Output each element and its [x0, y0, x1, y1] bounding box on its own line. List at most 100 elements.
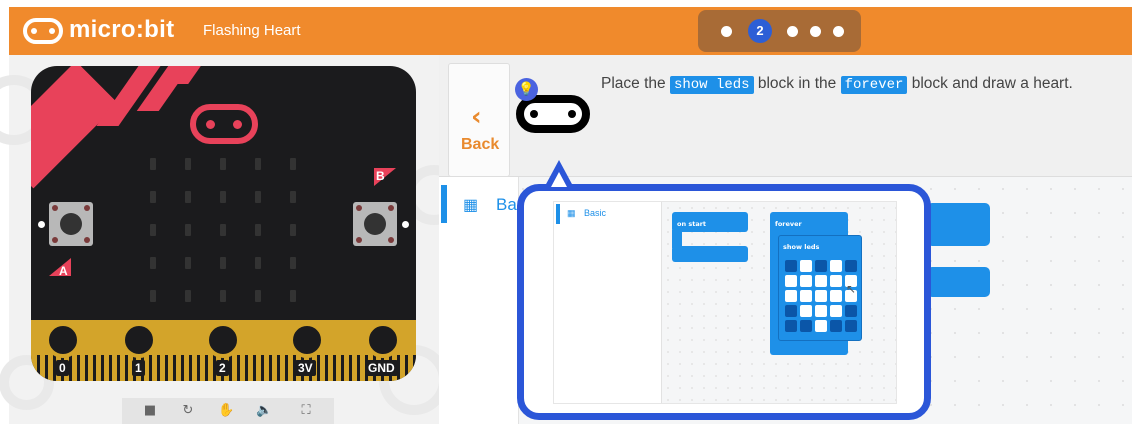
led — [220, 257, 226, 269]
led — [290, 290, 296, 302]
step-1-dot[interactable] — [721, 26, 732, 37]
hint-led-cell — [785, 290, 797, 302]
edge-tooth — [349, 355, 352, 381]
edge-tooth — [181, 355, 184, 381]
top-header: micro:bit Flashing Heart 2 — [9, 7, 1132, 55]
edge-tooth — [405, 355, 408, 381]
edge-tooth — [325, 355, 328, 381]
hint-led-cell — [815, 290, 827, 302]
toolbox-category-basic[interactable]: Ba — [496, 195, 517, 215]
hint-led-cell — [815, 260, 827, 272]
step-2-current[interactable]: 2 — [748, 19, 772, 43]
hint-led-cell — [785, 275, 797, 287]
edge-tooth — [277, 355, 280, 381]
edge-tooth — [245, 355, 248, 381]
grid-icon: ▦ — [463, 197, 479, 214]
edge-tooth — [77, 355, 80, 381]
edge-tooth — [117, 355, 120, 381]
led — [185, 290, 191, 302]
button-a[interactable] — [49, 202, 93, 246]
button-a-label: A — [59, 264, 68, 278]
led — [150, 257, 156, 269]
led — [290, 257, 296, 269]
project-title: Flashing Heart — [203, 22, 301, 39]
edge-tooth — [285, 355, 288, 381]
step-4-dot[interactable] — [810, 26, 821, 37]
hint-toolbox-basic: Basic — [584, 208, 607, 218]
hint-led-cell — [830, 275, 842, 287]
pin-0[interactable] — [45, 322, 81, 358]
led — [290, 158, 296, 170]
pin-label: 0 — [56, 360, 69, 376]
led — [185, 191, 191, 203]
led — [150, 290, 156, 302]
brand-name[interactable]: micro:bit — [69, 16, 174, 44]
board-corner-stripe — [31, 66, 119, 189]
edge-tooth — [341, 355, 344, 381]
button-b[interactable] — [353, 202, 397, 246]
pin-label: 2 — [216, 360, 229, 376]
led — [150, 191, 156, 203]
edge-tooth — [173, 355, 176, 381]
pin-1[interactable] — [121, 322, 157, 358]
slowmo-icon[interactable]: ✋ — [218, 403, 234, 419]
led — [290, 224, 296, 236]
led — [255, 158, 261, 170]
on-start-block[interactable] — [927, 203, 990, 246]
tutorial-stepper: 2 — [698, 10, 861, 52]
tutorial-instruction: Place the show leds block in the forever… — [601, 75, 1073, 94]
led — [255, 224, 261, 236]
hint-led-cell — [815, 320, 827, 332]
pin-2[interactable] — [205, 322, 241, 358]
forever-block[interactable] — [927, 267, 990, 297]
edge-tooth — [93, 355, 96, 381]
edge-tooth — [237, 355, 240, 381]
mute-icon[interactable]: 🔈 — [256, 403, 272, 419]
simulator-toolbar: ■ ↻ ✋ 🔈 ⛶ — [122, 398, 334, 424]
step-5-dot[interactable] — [833, 26, 844, 37]
edge-tooth — [413, 355, 416, 381]
stop-icon[interactable]: ■ — [142, 403, 158, 419]
microbit-board: A B 0 1 2 3V GND — [31, 66, 416, 381]
pin-label: GND — [365, 360, 398, 376]
back-button[interactable]: ‹ Back — [448, 63, 510, 177]
simulator-panel: A B 0 1 2 3V GND ■ ↻ ✋ 🔈 ⛶ — [0, 55, 464, 424]
edge-tooth — [253, 355, 256, 381]
lightbulb-icon[interactable]: 💡 — [515, 78, 538, 101]
edge-tooth — [197, 355, 200, 381]
led — [220, 290, 226, 302]
led — [185, 224, 191, 236]
back-button-label: Back — [461, 136, 500, 153]
led — [255, 191, 261, 203]
hint-toolbox: ▦ Basic — [554, 202, 662, 403]
fullscreen-icon[interactable]: ⛶ — [298, 403, 314, 419]
edge-tooth — [157, 355, 160, 381]
led — [290, 191, 296, 203]
hint-led-cell — [800, 260, 812, 272]
led — [150, 224, 156, 236]
keyword-show-leds: show leds — [669, 76, 754, 94]
edge-tooth — [125, 355, 128, 381]
edge-tooth — [109, 355, 112, 381]
hint-led-cell — [800, 305, 812, 317]
step-3-dot[interactable] — [787, 26, 798, 37]
edge-tooth — [269, 355, 272, 381]
button-b-label: B — [376, 169, 385, 183]
edge-tooth — [317, 355, 320, 381]
board-logo-icon — [190, 104, 258, 144]
pin-3v[interactable] — [289, 322, 325, 358]
led — [150, 158, 156, 170]
edge-tooth — [333, 355, 336, 381]
led — [255, 257, 261, 269]
restart-icon[interactable]: ↻ — [180, 403, 196, 419]
edge-tooth — [85, 355, 88, 381]
led — [185, 158, 191, 170]
edge-tooth — [261, 355, 264, 381]
toolbox-selected-indicator — [441, 185, 447, 223]
hint-led-cell — [830, 320, 842, 332]
microbit-logo-icon[interactable] — [23, 18, 63, 44]
hint-on-start-label: on start — [677, 220, 707, 228]
led — [220, 224, 226, 236]
pin-gnd[interactable] — [365, 322, 401, 358]
led — [255, 290, 261, 302]
